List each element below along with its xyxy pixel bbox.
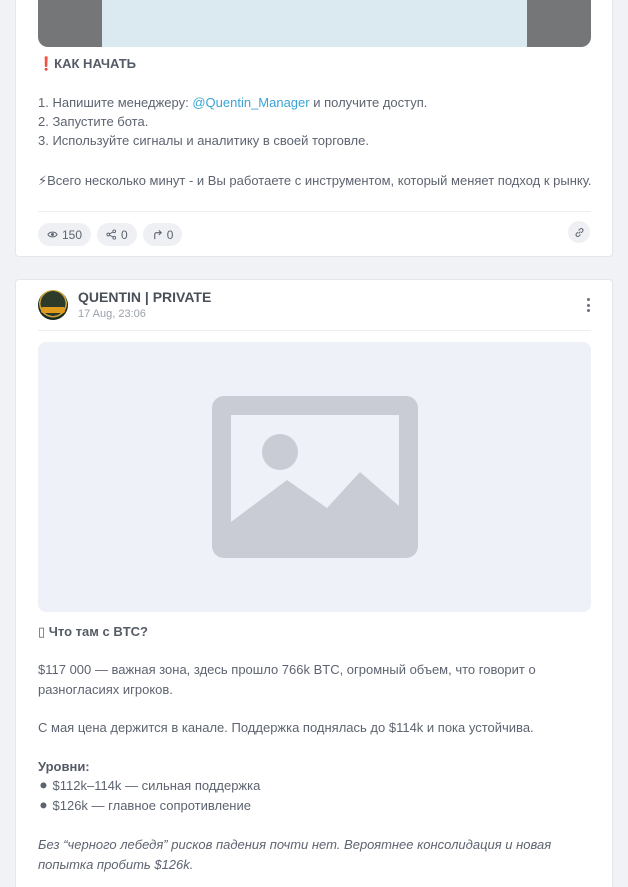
level-2: ⚫ $126k — главное сопротивление <box>38 798 251 813</box>
share-icon <box>106 229 117 240</box>
forwards-pill[interactable]: 0 <box>142 223 183 246</box>
channel-name[interactable]: QUENTIN | PRIVATE <box>78 289 211 305</box>
divider <box>38 211 591 212</box>
post-card: QUENTIN | PRIVATE 17 Aug, 23:06 ▯ Что та… <box>15 279 613 887</box>
post-paragraph-1: $117 000 — важная зона, здесь прошло 766… <box>38 662 536 697</box>
post-step-1: 1. Напишите менеджеру: @Quentin_Manager … <box>38 93 594 113</box>
post-step-2: 2. Запустите бота. <box>38 114 149 129</box>
more-vertical-icon[interactable] <box>582 296 594 314</box>
views-pill[interactable]: 150 <box>38 223 92 246</box>
step-1-suffix: и получите доступ. <box>309 95 428 110</box>
post-closing: ⚡Всего несколько минут - и Вы работаете … <box>38 173 592 188</box>
post-step-3: 3. Используйте сигналы и аналитику в сво… <box>38 133 369 148</box>
forward-icon <box>153 229 162 240</box>
level-1: ⚫ $112k–114k — сильная поддержка <box>38 778 261 793</box>
link-icon <box>574 227 584 237</box>
views-count: 150 <box>62 227 83 242</box>
levels-title: Уровни: <box>38 759 90 774</box>
post-stats: 150 0 0 <box>38 223 183 246</box>
step-1-prefix: 1. Напишите менеджеру: <box>38 95 193 110</box>
image-placeholder-icon <box>211 396 418 558</box>
post-italic-note: Без “черного лебедя” рисков падения почт… <box>38 837 552 872</box>
shares-pill[interactable]: 0 <box>97 223 137 246</box>
channel-avatar[interactable] <box>38 290 68 320</box>
shares-count: 0 <box>121 227 128 242</box>
eye-icon <box>47 231 58 238</box>
forwards-count: 0 <box>166 227 174 242</box>
post-card: ❗КАК НАЧАТЬ 1. Напишите менеджеру: @Quen… <box>15 0 613 257</box>
post-image[interactable] <box>38 342 591 612</box>
post-heading: ❗КАК НАЧАТЬ <box>38 56 137 71</box>
post-heading: ▯ Что там с BTC? <box>38 624 148 639</box>
divider <box>38 330 591 331</box>
post-date: 17 Aug, 23:06 <box>78 308 146 320</box>
post-media-image <box>102 0 527 47</box>
copy-link-button[interactable] <box>568 221 590 243</box>
post-paragraph-2: С мая цена держится в канале. Поддержка … <box>38 720 534 735</box>
manager-link[interactable]: @Quentin_Manager <box>192 95 309 110</box>
post-media[interactable] <box>38 0 591 47</box>
